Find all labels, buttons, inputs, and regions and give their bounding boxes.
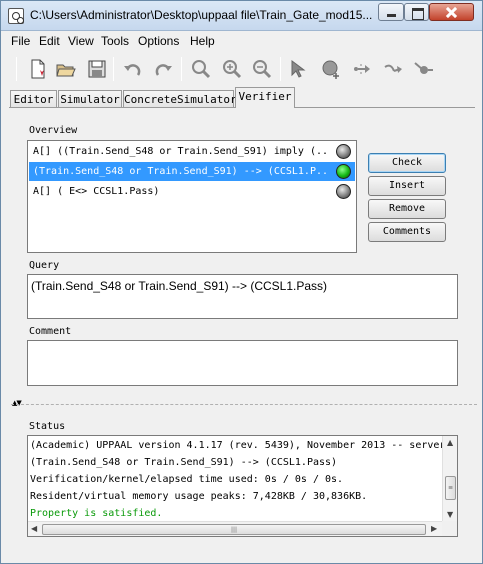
uppaal-app-icon (8, 8, 24, 24)
overview-query-list[interactable]: A[] ((Train.Send_S48 or Train.Send_S91) … (27, 140, 357, 253)
tab-strip: Editor Simulator ConcreteSimulator Verif… (1, 87, 483, 108)
uppaal-window: C:\Users\Administrator\Desktop\uppaal fi… (0, 0, 483, 564)
status-line: Verification/kernel/elapsed time used: 0… (30, 474, 344, 485)
status-line: (Train.Send_S48 or Train.Send_S91) --> (… (30, 457, 338, 468)
status-output[interactable]: (Academic) UPPAAL version 4.1.17 (rev. 5… (27, 435, 458, 537)
query-list-item-selected[interactable]: (Train.Send_S48 or Train.Send_S91) --> (… (29, 162, 355, 181)
panel-splitter[interactable] (11, 404, 477, 408)
status-horizontal-scrollbar[interactable]: ◀ ||| ▶ (28, 521, 443, 536)
toolbar-separator (181, 57, 182, 81)
select-arrow-icon[interactable] (289, 59, 309, 79)
add-location-icon[interactable] (321, 59, 341, 79)
insert-button[interactable]: Insert (368, 176, 446, 196)
status-green-dot-icon (336, 164, 351, 179)
status-grey-dot-icon (336, 144, 351, 159)
new-icon[interactable] (28, 59, 48, 79)
vertical-scroll-thumb[interactable]: ≡ (445, 476, 456, 500)
scroll-down-icon[interactable]: ▼ (447, 510, 453, 519)
query-list-item[interactable]: A[] ((Train.Send_S48 or Train.Send_S91) … (29, 142, 355, 161)
menu-bar: File Edit View Tools Options Help (2, 31, 481, 51)
scroll-left-icon[interactable]: ◀ (31, 524, 37, 533)
scroll-right-icon[interactable]: ▶ (431, 524, 437, 533)
status-line: Resident/virtual memory usage peaks: 7,4… (30, 491, 368, 502)
status-label: Status (29, 421, 66, 432)
query-item-text: A[] ( E<> CCSL1.Pass) (33, 186, 160, 197)
zoom-in-icon[interactable] (222, 59, 242, 79)
query-input[interactable]: (Train.Send_S48 or Train.Send_S91) --> (… (27, 274, 458, 319)
comments-button[interactable]: Comments (368, 222, 446, 242)
toolbar-separator (280, 57, 281, 81)
zoom-icon[interactable] (191, 59, 211, 79)
comment-label: Comment (29, 326, 72, 337)
menu-options[interactable]: Options (138, 34, 179, 48)
status-vertical-scrollbar[interactable]: ▲ ≡ ▼ (442, 436, 457, 522)
minimize-button[interactable] (378, 3, 404, 21)
query-item-text: (Train.Send_S48 or Train.Send_S91) --> (… (33, 166, 329, 177)
grip-icon: ||| (230, 526, 238, 533)
open-icon[interactable] (56, 59, 76, 79)
query-value: (Train.Send_S48 or Train.Send_S91) --> (… (31, 279, 328, 293)
query-label: Query (29, 260, 60, 271)
check-button[interactable]: Check (368, 153, 446, 173)
toolbar-separator (16, 57, 17, 81)
status-grey-dot-icon (336, 184, 351, 199)
save-icon[interactable] (87, 59, 107, 79)
menu-help[interactable]: Help (190, 34, 215, 48)
tab-editor[interactable]: Editor (10, 90, 57, 108)
grip-icon: ≡ (447, 484, 454, 492)
redo-icon[interactable] (153, 59, 173, 79)
status-line: (Academic) UPPAAL version 4.1.17 (rev. 5… (30, 440, 452, 451)
add-edge-icon[interactable] (352, 59, 372, 79)
title-bar[interactable]: C:\Users\Administrator\Desktop\uppaal fi… (1, 1, 482, 31)
query-item-text: A[] ((Train.Send_S48 or Train.Send_S91) … (33, 146, 329, 157)
menu-tools[interactable]: Tools (101, 34, 129, 48)
toolbar-separator (113, 57, 114, 81)
maximize-button[interactable] (404, 3, 429, 21)
undo-icon[interactable] (123, 59, 143, 79)
close-button[interactable] (429, 3, 474, 21)
menu-view[interactable]: View (68, 34, 94, 48)
add-branch-icon[interactable] (413, 59, 433, 79)
menu-file[interactable]: File (11, 34, 30, 48)
add-nail-icon[interactable] (383, 59, 403, 79)
tab-simulator[interactable]: Simulator (58, 90, 122, 108)
status-success-line: Property is satisfied. (30, 508, 163, 519)
tab-concrete-simulator[interactable]: ConcreteSimulator (123, 90, 237, 108)
zoom-out-icon[interactable] (252, 59, 272, 79)
scroll-up-icon[interactable]: ▲ (447, 438, 453, 447)
overview-label: Overview (29, 125, 78, 136)
query-list-item[interactable]: A[] ( E<> CCSL1.Pass) (29, 182, 355, 201)
comment-input[interactable] (27, 340, 458, 386)
remove-button[interactable]: Remove (368, 199, 446, 219)
window-title: C:\Users\Administrator\Desktop\uppaal fi… (30, 8, 373, 22)
toolbar (2, 51, 481, 87)
horizontal-scroll-thumb[interactable]: ||| (42, 524, 426, 535)
scroll-corner (442, 521, 457, 536)
tab-verifier[interactable]: Verifier (235, 87, 295, 108)
menu-edit[interactable]: Edit (39, 34, 60, 48)
